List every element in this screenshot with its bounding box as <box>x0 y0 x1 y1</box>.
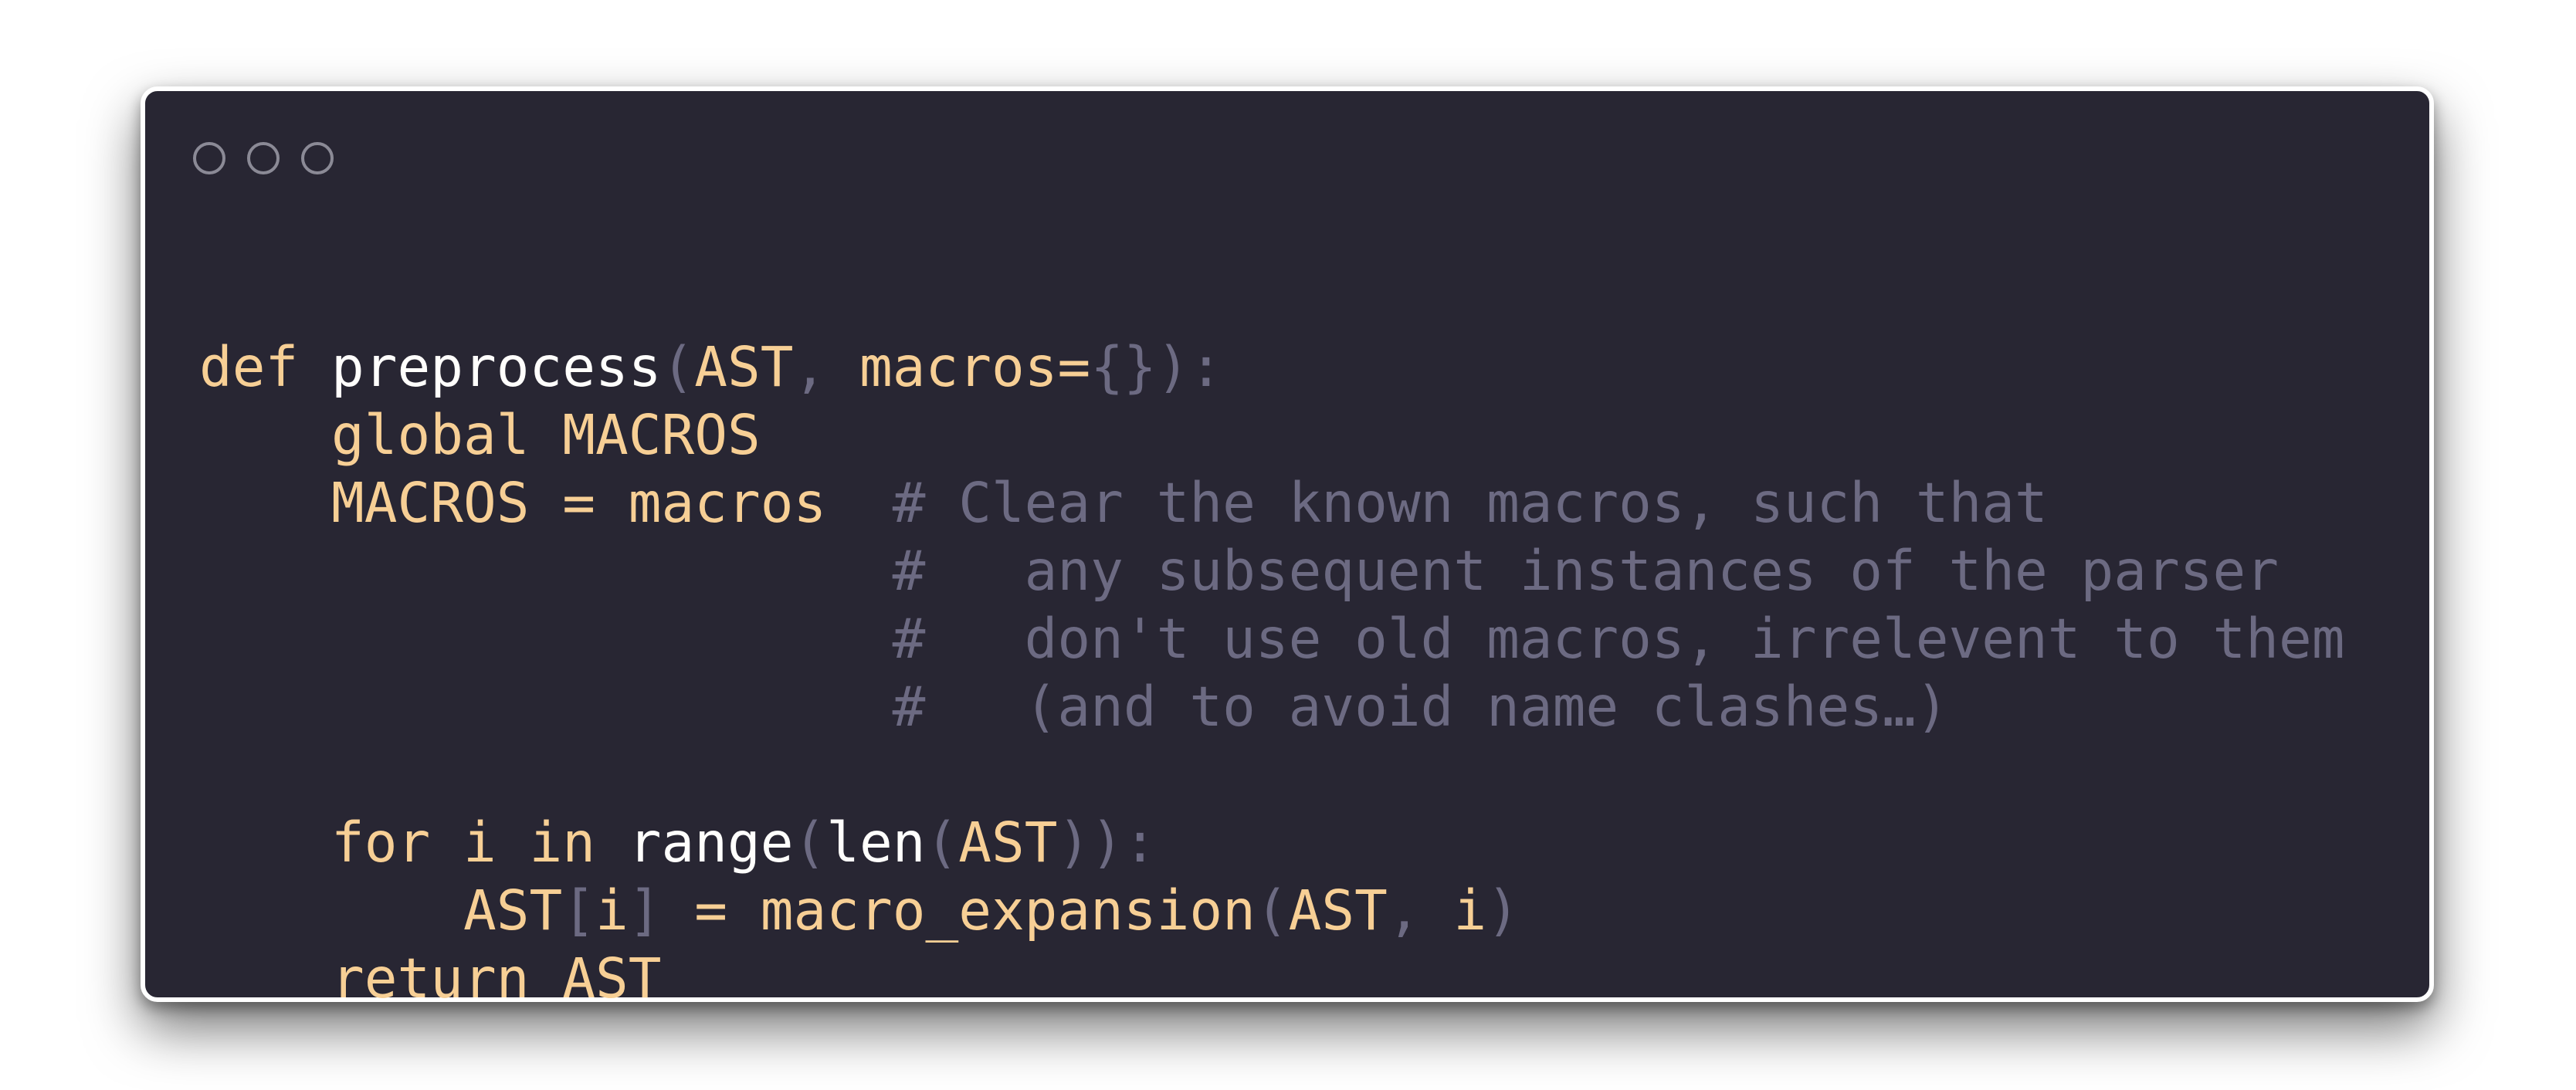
code-token-id: macro_expansion <box>760 878 1256 943</box>
code-line: for i in range(len(AST)): <box>199 809 2344 877</box>
code-token-id: i <box>595 878 629 943</box>
code-token-name: preprocess <box>331 335 662 399</box>
code-line: global MACROS <box>199 401 2344 469</box>
code-token-keyword: in <box>529 811 595 875</box>
code-token-punct: , <box>1387 878 1454 943</box>
code-token-id: AST <box>1288 878 1388 943</box>
code-token-punct: , <box>793 335 859 399</box>
code-token-punct: ) <box>1486 878 1520 943</box>
code-token-punct: ] <box>628 878 662 943</box>
window-controls <box>193 142 334 174</box>
code-token-id: = <box>661 878 761 943</box>
code-token-punct: ( <box>925 811 959 875</box>
code-line: # any subsequent instances of the parser <box>199 537 2344 605</box>
code-token-keyword: def <box>199 335 299 399</box>
code-token-id: MACROS <box>330 471 530 535</box>
code-line: return AST <box>199 945 2344 1013</box>
code-token-punct: ( <box>793 811 827 875</box>
code-token-id: i <box>1453 878 1487 943</box>
close-window-icon[interactable] <box>193 142 225 174</box>
code-token-comment: # any subsequent instances of the parser <box>892 539 2279 603</box>
code-token-keyword: return <box>330 946 530 1010</box>
code-token-id: i <box>463 811 497 875</box>
code-token-punct: )): <box>1057 811 1157 875</box>
code-line: MACROS = macros # Clear the known macros… <box>199 469 2344 537</box>
code-token-keyword: global <box>330 403 530 467</box>
code-token-name: range <box>628 811 794 875</box>
code-token-punct: ( <box>661 335 695 399</box>
code-block: def preprocess(AST, macros={}): global M… <box>199 333 2344 1013</box>
code-window: def preprocess(AST, macros={}): global M… <box>141 86 2434 1010</box>
code-token-punct: ): <box>1156 335 1223 399</box>
code-token-punct: [ <box>562 878 595 943</box>
code-line: def preprocess(AST, macros={}): <box>199 333 2344 401</box>
code-token-id: macros <box>628 471 827 535</box>
code-token-id: AST <box>958 811 1058 875</box>
minimize-window-icon[interactable] <box>247 142 280 174</box>
code-line: AST[i] = macro_expansion(AST, i) <box>199 877 2344 945</box>
code-token-comment: # Clear the known macros, such that <box>892 471 2048 535</box>
code-token-keyword: for <box>330 811 431 875</box>
code-token-id: MACROS <box>562 403 761 467</box>
maximize-window-icon[interactable] <box>301 142 334 174</box>
code-token-comment: # don't use old macros, irrelevent to th… <box>892 607 2345 671</box>
code-token-punct: ( <box>1255 878 1289 943</box>
code-token-comment: # (and to avoid name clashes…) <box>892 675 1949 739</box>
code-line: # (and to avoid name clashes…) <box>199 673 2344 741</box>
code-token-id: AST <box>562 946 662 1010</box>
code-token-punct: {} <box>1090 335 1157 399</box>
code-token-id: = <box>529 471 629 535</box>
code-token-id: macros <box>859 335 1058 399</box>
code-token-name: len <box>826 811 926 875</box>
code-token-id: = <box>1057 335 1091 399</box>
code-line: # don't use old macros, irrelevent to th… <box>199 605 2345 673</box>
code-token-id: AST <box>694 335 794 399</box>
code-token-id: AST <box>463 878 563 943</box>
